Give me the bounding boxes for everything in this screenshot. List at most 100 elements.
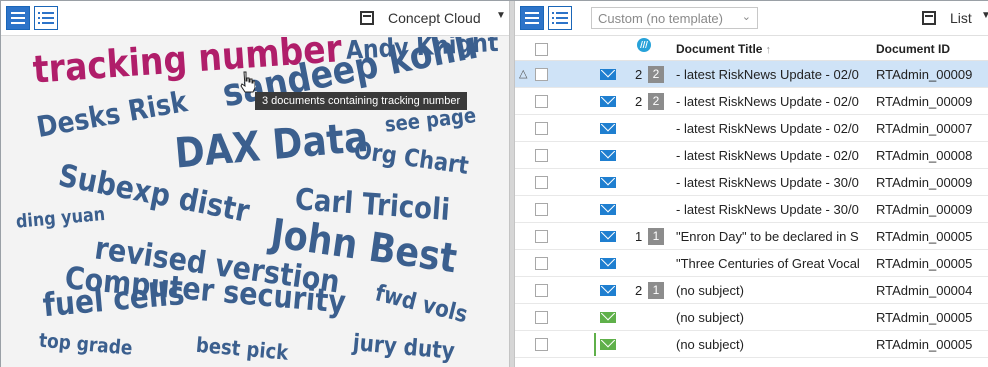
- table-row[interactable]: 1 1 "Enron Day" to be declared in S RTAdmin…: [515, 223, 988, 250]
- column-header-title-label: Document Title: [676, 42, 763, 56]
- table-row[interactable]: 22 - latest RiskNews Update - 02/0 RTAdmin…: [515, 88, 988, 115]
- email-icon: [600, 204, 616, 215]
- cloud-word[interactable]: ding yuan: [15, 203, 106, 233]
- select-all-checkbox[interactable]: [535, 43, 548, 56]
- column-header-title[interactable]: Document Title ↑: [676, 42, 872, 56]
- document-title[interactable]: - latest RiskNews Update - 02/0: [676, 148, 872, 163]
- right-toolbar: Custom (no template) ⌄ List ▼: [515, 1, 988, 36]
- template-select[interactable]: Custom (no template) ⌄: [591, 7, 758, 29]
- template-select-value: Custom (no template): [598, 11, 723, 26]
- grid-rows: △ 2 2- latest RiskNews Update - 02/0 RTAdmi…: [515, 61, 988, 358]
- cloud-word[interactable]: DAX Data: [173, 114, 370, 178]
- document-id: RTAdmin_00005: [876, 229, 973, 244]
- table-row[interactable]: - latest RiskNews Update - 02/0 RTAdmin_0…: [515, 142, 988, 169]
- table-row[interactable]: △ 2 2 - latest RiskNews Update - 02/0 RTAdmi…: [515, 61, 988, 88]
- email-icon: [600, 231, 616, 242]
- panel-toggle-icon[interactable]: [922, 11, 936, 25]
- list-view-icon[interactable]: [6, 6, 30, 30]
- document-title[interactable]: "Three Centuries of Great Vocal: [676, 256, 872, 271]
- table-row[interactable]: (no subject) RTAdmin_00005: [515, 304, 988, 331]
- grid-header: Document Title ↑ Document ID: [515, 37, 988, 61]
- detail-list-icon[interactable]: [548, 6, 572, 30]
- row-checkbox[interactable]: [535, 95, 548, 108]
- cloud-word[interactable]: fuel cells: [41, 274, 186, 324]
- email-icon: [600, 285, 616, 296]
- row-checkbox[interactable]: [535, 203, 548, 216]
- current-row-indicator: △: [519, 68, 528, 80]
- row-checkbox[interactable]: [535, 68, 548, 81]
- table-row[interactable]: - latest RiskNews Update - 02/0 RTAdmin_0…: [515, 115, 988, 142]
- sort-arrow-up-icon: ↑: [765, 44, 771, 56]
- table-row[interactable]: - latest RiskNews Update - 30/0 RTAdmin_0…: [515, 169, 988, 196]
- document-id: RTAdmin_00005: [876, 337, 973, 352]
- view-dropdown-caret-icon[interactable]: ▼: [496, 10, 506, 21]
- email-icon: [600, 177, 616, 188]
- cloud-word[interactable]: see page: [384, 104, 478, 138]
- highlight-bar: [594, 333, 596, 356]
- table-row[interactable]: - latest RiskNews Update - 30/0 RTAdmin_0…: [515, 196, 988, 223]
- thread-count: 1: [635, 229, 643, 244]
- email-icon: [600, 150, 616, 161]
- concept-cloud-pane: Concept Cloud ▼ tracking number Andy Knig…: [1, 1, 509, 367]
- cloud-word[interactable]: Desks Risk: [34, 85, 190, 144]
- document-title[interactable]: - latest RiskNews Update - 02/0: [676, 121, 872, 136]
- table-row[interactable]: 2 1 (no subject) RTAdmin_00004: [515, 277, 988, 304]
- row-checkbox[interactable]: [535, 257, 548, 270]
- row-checkbox[interactable]: [535, 122, 548, 135]
- list-view-label[interactable]: List: [950, 10, 972, 26]
- hit-count-badge: 1: [648, 282, 664, 299]
- coding-icon[interactable]: [637, 38, 651, 52]
- thread-count: 2: [635, 67, 643, 82]
- email-icon: [600, 123, 616, 134]
- document-title[interactable]: (no subject): [676, 337, 872, 352]
- document-title[interactable]: "Enron Day" to be declared in S: [676, 229, 872, 244]
- thread-count: 2: [635, 94, 643, 109]
- cloud-word[interactable]: fwd vols: [373, 279, 471, 329]
- row-checkbox[interactable]: [535, 149, 548, 162]
- cloud-word[interactable]: best pick: [195, 333, 289, 365]
- document-id: RTAdmin_00009: [876, 202, 973, 217]
- panel-toggle-icon[interactable]: [360, 11, 374, 25]
- document-title[interactable]: - latest RiskNews Update - 02/0: [676, 94, 872, 109]
- document-id: RTAdmin_00009: [876, 175, 973, 190]
- cloud-view-label[interactable]: Concept Cloud: [388, 10, 481, 26]
- email-icon: [600, 339, 616, 350]
- cloud-tooltip: 3 documents containing tracking number: [255, 92, 468, 110]
- document-id: RTAdmin_00005: [876, 256, 973, 271]
- detail-list-icon[interactable]: [34, 6, 58, 30]
- app-window: Concept Cloud ▼ tracking number Andy Knig…: [0, 0, 988, 367]
- row-checkbox[interactable]: [535, 176, 548, 189]
- row-checkbox[interactable]: [535, 230, 548, 243]
- row-checkbox[interactable]: [535, 311, 548, 324]
- cloud-word[interactable]: jury duty: [352, 328, 456, 364]
- email-icon: [600, 69, 616, 80]
- table-row[interactable]: "Three Centuries of Great Vocal RTAdmin_0…: [515, 250, 988, 277]
- row-checkbox[interactable]: [535, 338, 548, 351]
- document-title[interactable]: (no subject): [676, 310, 872, 325]
- row-checkbox[interactable]: [535, 284, 548, 297]
- document-id: RTAdmin_00008: [876, 148, 973, 163]
- document-list-pane: Custom (no template) ⌄ List ▼ Document T…: [515, 1, 988, 367]
- document-id: RTAdmin_00009: [876, 67, 973, 82]
- cloud-word[interactable]: Org Chart: [352, 136, 470, 179]
- hit-count-badge: 2: [648, 66, 664, 83]
- table-row[interactable]: (no subject) RTAdmin_00005: [515, 331, 988, 358]
- concept-cloud: tracking number Andy Knight sandeep kohli D…: [1, 37, 509, 367]
- hit-count-badge: 2: [648, 93, 664, 110]
- document-title[interactable]: - latest RiskNews Update - 30/0: [676, 175, 872, 190]
- document-id: RTAdmin_00005: [876, 310, 973, 325]
- hit-count-badge: 1: [648, 228, 664, 245]
- view-dropdown-caret-icon[interactable]: ▼: [981, 10, 988, 21]
- document-id: RTAdmin_00007: [876, 121, 973, 136]
- left-toolbar: Concept Cloud ▼: [1, 1, 509, 36]
- email-icon: [600, 258, 616, 269]
- column-header-docid[interactable]: Document ID: [876, 42, 988, 56]
- document-title[interactable]: - latest RiskNews Update - 30/0: [676, 202, 872, 217]
- cloud-word[interactable]: top grade: [38, 329, 133, 360]
- document-id: RTAdmin_00004: [876, 283, 973, 298]
- list-view-icon[interactable]: [520, 6, 544, 30]
- document-title[interactable]: - latest RiskNews Update - 02/0: [676, 67, 872, 82]
- chevron-down-icon: ⌄: [741, 11, 751, 23]
- email-icon: [600, 312, 616, 323]
- document-title[interactable]: (no subject): [676, 283, 872, 298]
